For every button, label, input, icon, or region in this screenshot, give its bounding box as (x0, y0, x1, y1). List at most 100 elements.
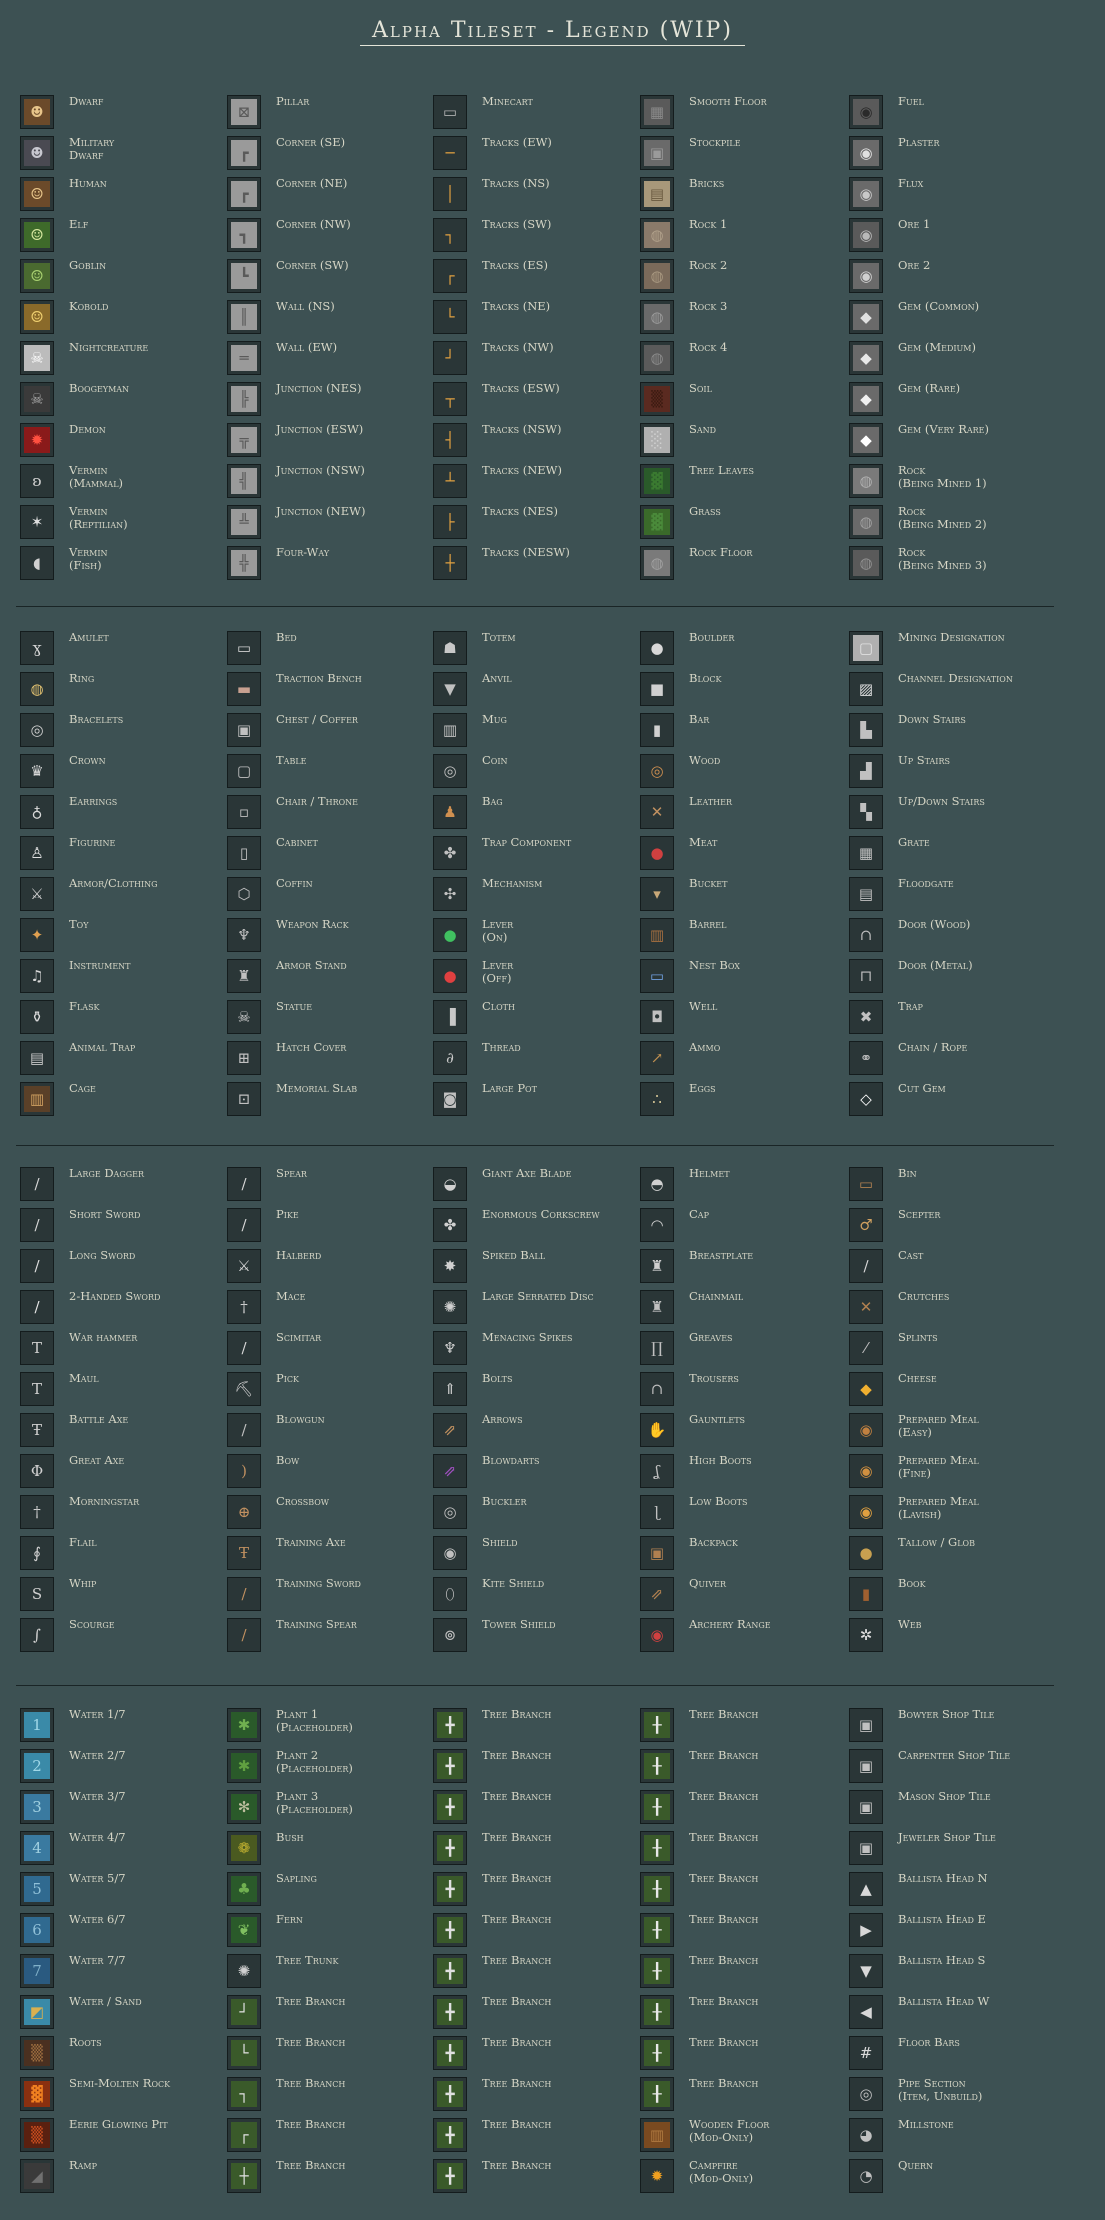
tile-swatch: ♟ (433, 795, 467, 829)
down-stairs-icon: ▙ (853, 717, 879, 743)
totem-icon: ☗ (437, 635, 463, 661)
roots-icon: ▒ (24, 2040, 50, 2066)
tile-swatch: / (227, 1167, 261, 1201)
tree-branch-icon: ┘ (231, 1999, 257, 2025)
tile-swatch: ♛ (20, 754, 54, 788)
tile-label: Ballista Head E (898, 1912, 986, 1926)
up-stairs-icon: ▟ (853, 758, 879, 784)
tile-swatch: ◎ (433, 1495, 467, 1529)
tile-label: High Boots (689, 1453, 752, 1467)
wooden-floor-icon: ▥ (644, 2122, 670, 2148)
tile-label: Gem (Common) (898, 299, 980, 313)
tile-label: Cloth (482, 999, 515, 1013)
tile-swatch: ◎ (20, 713, 54, 747)
tile-label: Chest / Coffer (276, 712, 358, 726)
tile-swatch: † (227, 1290, 261, 1324)
tile-swatch: ▙ (849, 713, 883, 747)
tile-swatch: ♆ (227, 918, 261, 952)
tile-swatch: ▚ (849, 795, 883, 829)
tile-swatch: ⊚ (433, 1618, 467, 1652)
tile-swatch: ❦ (227, 1913, 261, 1947)
tile-swatch: ◍ (640, 341, 674, 375)
tile-swatch: ʆ (640, 1454, 674, 1488)
tile-label: Ammo (689, 1040, 721, 1054)
tile-swatch: ▦ (640, 95, 674, 129)
tile-label: Block (689, 671, 722, 685)
grass-icon: ▓ (644, 509, 670, 535)
tile-label: Tree Branch (482, 1994, 552, 2008)
tile-swatch: └ (433, 300, 467, 334)
tile-swatch: S (20, 1577, 54, 1611)
water-sand-icon: ◩ (24, 1999, 50, 2025)
tile-label: Corner (SW) (276, 258, 349, 272)
enormous-corkscrew-icon: ✤ (437, 1212, 463, 1238)
water-1-icon: 1 (24, 1712, 50, 1738)
tile-label: Junction (ESW) (276, 422, 364, 436)
tile-label: Cap (689, 1207, 709, 1221)
tile-label: Book (898, 1576, 926, 1590)
tile-label: Trap (898, 999, 923, 1013)
tile-swatch: ╋ (433, 1954, 467, 1988)
tile-label: Tree Branch (482, 1830, 552, 1844)
tile-label: Bolts (482, 1371, 513, 1385)
tile-swatch: ▣ (640, 1536, 674, 1570)
tile-swatch: / (227, 1577, 261, 1611)
tile-label: Grass (689, 504, 721, 518)
boulder-icon: ● (644, 635, 670, 661)
tile-swatch: ✣ (433, 877, 467, 911)
tile-swatch: ┏ (227, 136, 261, 170)
tile-label: Plaster (898, 135, 940, 149)
tile-swatch: ɣ (20, 631, 54, 665)
pipe-section-icon: ◎ (853, 2081, 879, 2107)
water-3-icon: 3 (24, 1794, 50, 1820)
tile-label: Ballista Head S (898, 1953, 986, 1967)
up-down-stairs-icon: ▚ (853, 799, 879, 825)
tile-swatch: ▐ (433, 1000, 467, 1034)
quern-icon: ◔ (853, 2163, 879, 2189)
tile-swatch: ◙ (433, 1082, 467, 1116)
tree-branch-icon: ┼ (231, 2163, 257, 2189)
junction-nes-icon: ╠ (231, 386, 257, 412)
blowdarts-icon: ⇗ (437, 1458, 463, 1484)
tile-swatch: ⬡ (227, 877, 261, 911)
door-metal-icon: ⊓ (853, 963, 879, 989)
tile-swatch: ▣ (849, 1749, 883, 1783)
tile-label: Eerie Glowing Pit (69, 2117, 168, 2131)
tile-label: Quern (898, 2158, 934, 2172)
ore-2-icon: ◉ (853, 263, 879, 289)
thread-icon: ∂ (437, 1045, 463, 1071)
minecart-icon: ▭ (437, 99, 463, 125)
tile-label: Tracks (NE) (482, 299, 551, 313)
tile-swatch: ☻ (20, 136, 54, 170)
bracelets-icon: ◎ (24, 717, 50, 743)
tile-swatch: ☺ (20, 177, 54, 211)
tile-swatch: ▒ (640, 382, 674, 416)
tile-label: Tree Branch (482, 1707, 552, 1721)
tile-label: Tracks (NW) (482, 340, 554, 354)
tile-swatch: ⇗ (433, 1413, 467, 1447)
maul-icon: T (24, 1376, 50, 1402)
tile-swatch: ◉ (849, 95, 883, 129)
tile-label: Table (276, 753, 307, 767)
door-wood-icon: ∩ (853, 922, 879, 948)
tile-swatch: ∂ (433, 1041, 467, 1075)
tile-swatch: ═ (227, 341, 261, 375)
ring-icon: ◍ (24, 676, 50, 702)
well-icon: ◘ (644, 1004, 670, 1030)
tile-swatch: ▥ (20, 1082, 54, 1116)
tile-swatch: ♂ (849, 1208, 883, 1242)
tile-label: Jeweler Shop Tile (898, 1830, 996, 1844)
tile-label: Up Stairs (898, 753, 950, 767)
tile-swatch: ▲ (849, 1872, 883, 1906)
tile-swatch: ┤ (433, 423, 467, 457)
tile-swatch: ▓ (640, 464, 674, 498)
tile-label: Minecart (482, 94, 533, 108)
tile-label: Tracks (NES) (482, 504, 559, 518)
pike-icon: / (231, 1212, 257, 1238)
splints-icon: ⁄ (853, 1335, 879, 1361)
tile-swatch: ╠ (227, 382, 261, 416)
tile-swatch: ┘ (433, 341, 467, 375)
tile-label: Great Axe (69, 1453, 125, 1467)
tile-swatch: ∕ (849, 1249, 883, 1283)
grate-icon: ▦ (853, 840, 879, 866)
